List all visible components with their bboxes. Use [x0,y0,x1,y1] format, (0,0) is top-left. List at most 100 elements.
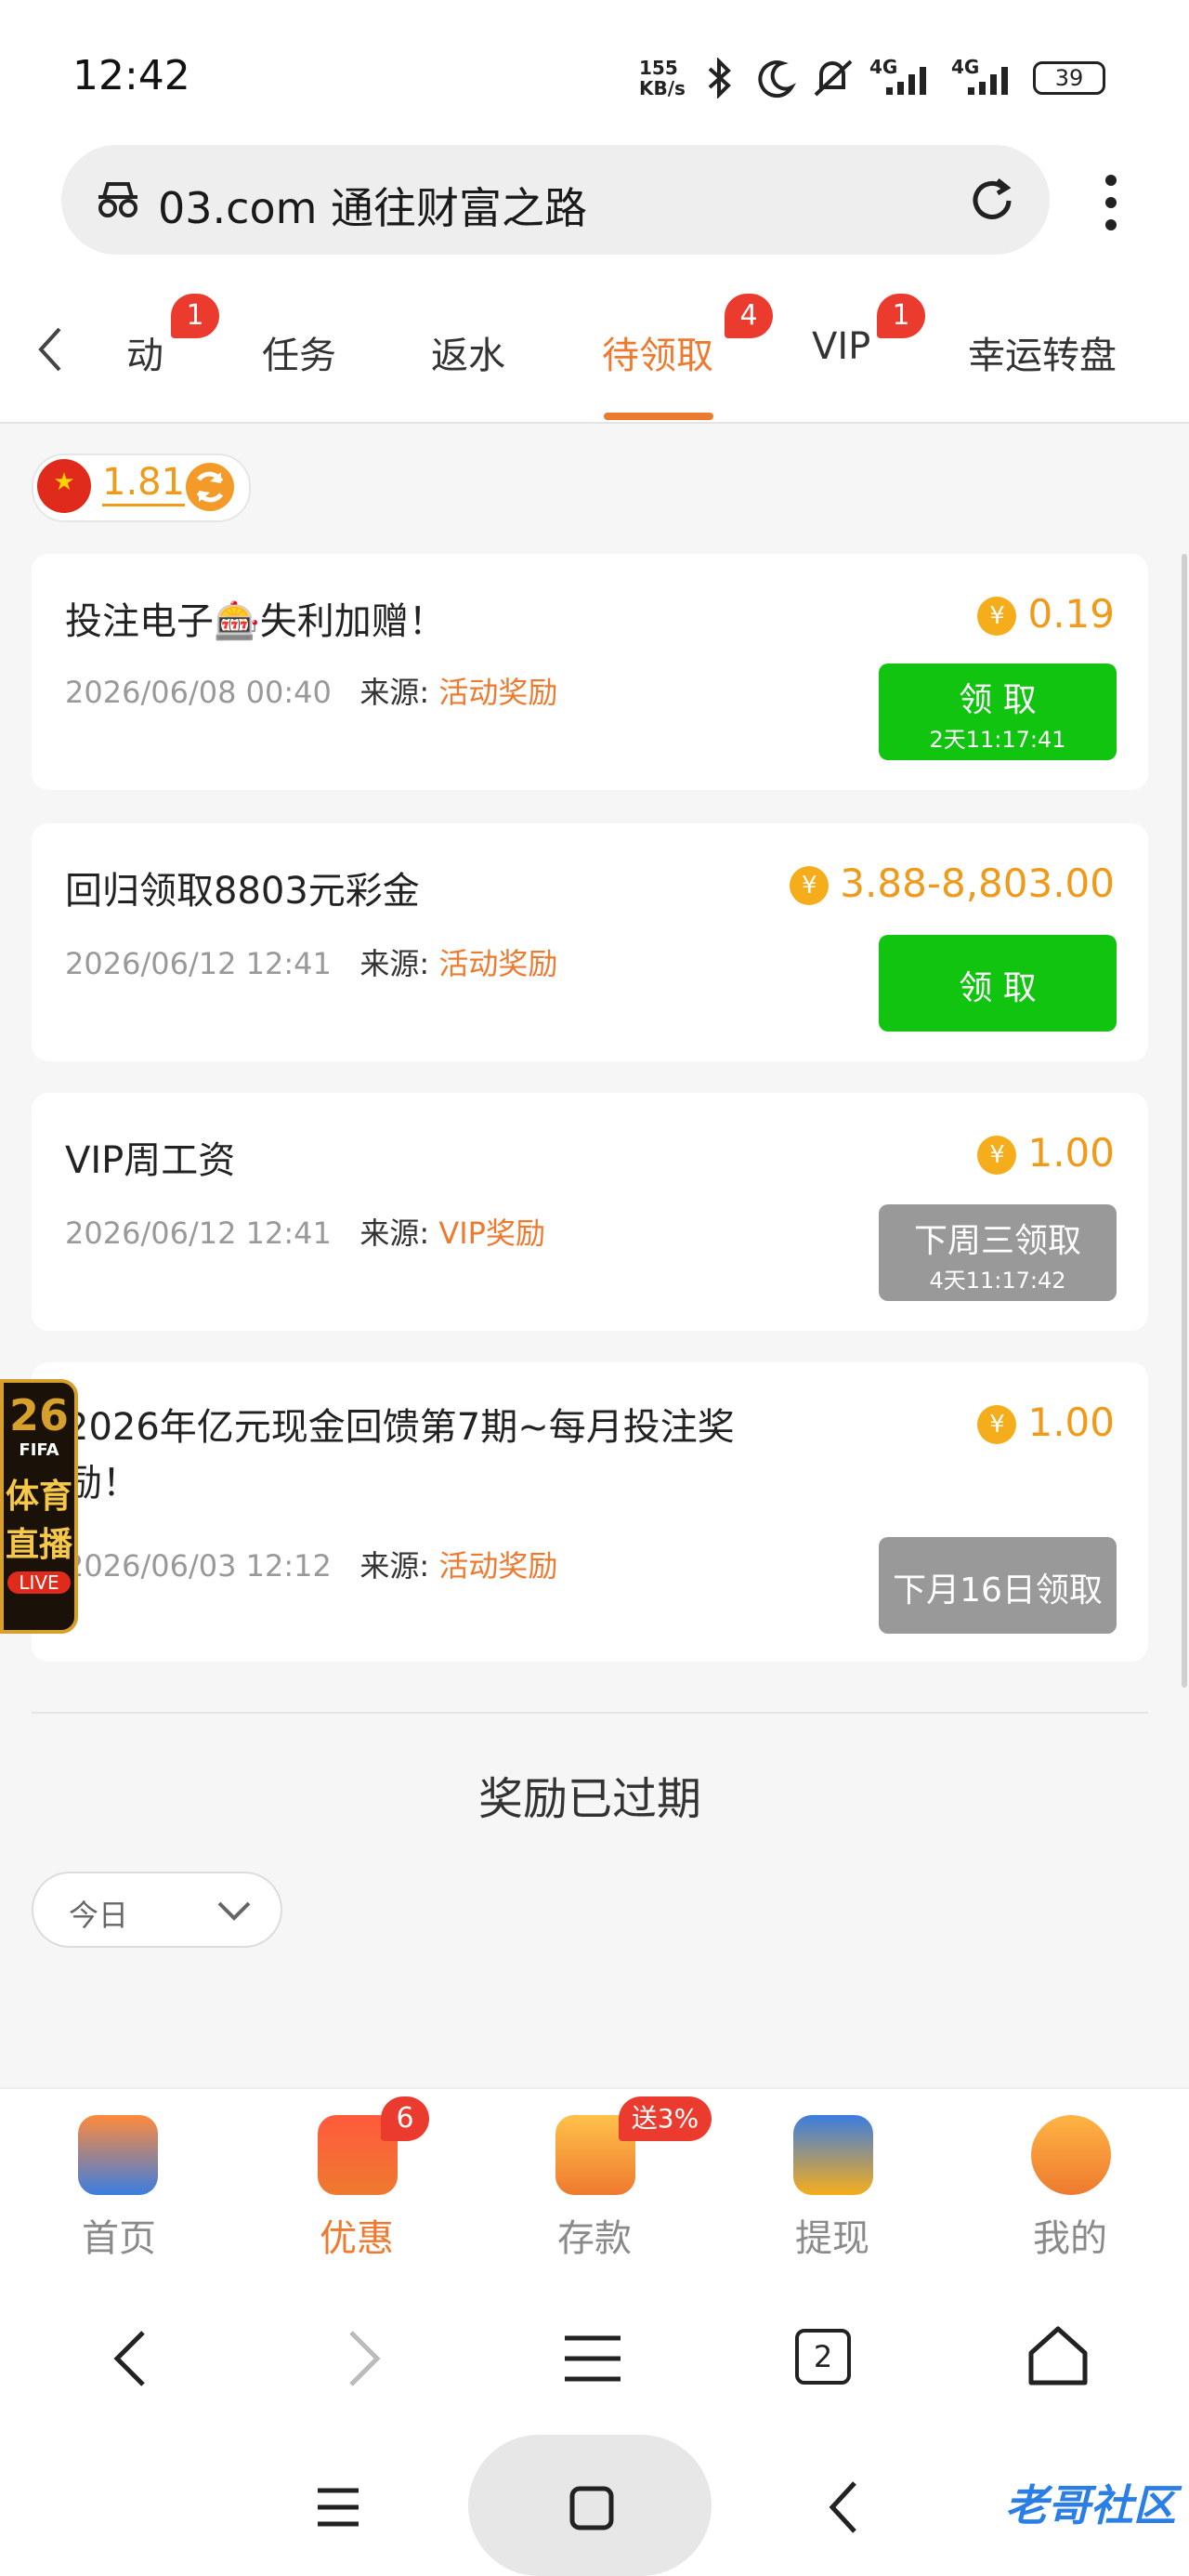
battery-level: 39 [1054,65,1084,91]
tab-activity-badge: 1 [171,294,219,338]
reward-meta: 2026/06/03 12:12 来源: 活动奖励 [65,1543,557,1585]
claim-button[interactable]: 领 取 2天11:17:41 [879,664,1117,760]
nav-promotions[interactable]: 优惠 [292,2208,422,2262]
scrollbar[interactable] [1182,554,1187,1688]
nav-deposit-badge: 送3% [619,2096,712,2141]
ad-line2: 直播 [5,1526,72,1564]
reward-source: 活动奖励 [438,946,558,981]
nav-promo-badge: 6 [381,2096,429,2141]
system-home-icon [569,2486,614,2530]
tab-activity[interactable]: 动 [126,325,163,379]
reward-source-label: 来源: [359,1548,430,1584]
reward-source-label: 来源: [359,1216,430,1251]
tab-rebate[interactable]: 返水 [431,325,505,379]
moon-icon [758,60,797,99]
scheduled-claim-button[interactable]: 下周三领取 4天11:17:42 [879,1204,1117,1301]
user-icon[interactable] [1031,2115,1111,2195]
claim-button-label: 下月16日领取 [893,1571,1103,1610]
home-icon[interactable] [78,2115,158,2195]
recent-apps-icon[interactable] [316,2487,360,2528]
reward-amount: ¥0.19 [977,591,1115,637]
home-browser-icon[interactable] [1026,2323,1091,2388]
coin-icon: ¥ [977,597,1017,636]
ad-number: 26 [8,1390,69,1440]
url-text[interactable]: 03.com 通往财富之路 [158,175,587,236]
more-menu-icon[interactable] [1098,173,1124,232]
reward-card: 2026年亿元现金回馈第7期~每月投注奖 励！ 2026/06/03 12:12… [32,1362,1148,1662]
reward-meta: 2026/06/08 00:40 来源: 活动奖励 [65,669,557,712]
nav-withdraw[interactable]: 提现 [767,2208,897,2262]
floating-live-ad[interactable]: 26 FIFA 体育 直播 LIVE [0,1379,78,1634]
reward-source-label: 来源: [359,675,430,710]
ad-live-badge: LIVE [7,1571,71,1594]
reward-date: 2026/06/08 00:40 [65,675,332,710]
reward-date: 2026/06/03 12:12 [65,1548,332,1584]
nav-home[interactable]: 首页 [54,2208,184,2262]
reward-meta: 2026/06/12 12:41 来源: 活动奖励 [65,940,557,983]
china-flag-icon: ★ [37,459,91,513]
bluetooth-icon [708,58,731,99]
tab-vip-badge: 1 [877,294,925,338]
reward-source: VIP奖励 [438,1216,545,1251]
reward-amount-value: 3.88-8,803.00 [840,861,1115,906]
signal-2-icon [968,67,1008,95]
reward-card: 回归领取8803元彩金 2026/06/12 12:41 来源: 活动奖励 ¥3… [32,823,1148,1061]
claim-button-label: 领 取 [959,969,1037,1007]
tab-lucky-wheel[interactable]: 幸运转盘 [968,325,1117,379]
coin-icon: ¥ [977,1405,1017,1444]
reward-title: 投注电子🎰失利加赠！ [65,600,446,643]
reward-amount-value: 1.00 [1027,1400,1115,1445]
nav-deposit[interactable]: 存款 [529,2208,660,2262]
battery-icon: 39 [1033,61,1105,95]
reward-title: VIP周工资 [65,1139,236,1182]
reward-meta: 2026/06/12 12:41 来源: VIP奖励 [65,1210,545,1253]
ad-line1: 体育 [5,1478,72,1516]
incognito-icon [98,182,137,217]
reward-source: 活动奖励 [438,675,558,710]
reward-amount: ¥3.88-8,803.00 [790,861,1115,906]
claim-countdown: 4天11:17:42 [929,1268,1066,1294]
tab-pending[interactable]: 待领取 [602,325,713,379]
coin-icon: ¥ [790,866,830,905]
mute-icon [814,59,853,97]
menu-icon[interactable] [563,2333,622,2385]
claim-button-label: 下周三领取 [913,1222,1081,1260]
active-tab-indicator [604,413,713,420]
reward-amount: ¥1.00 [977,1400,1115,1445]
watermark-logo: 老哥社区 [1005,2480,1176,2530]
divider [32,1712,1148,1714]
reward-amount-value: 1.00 [1027,1130,1115,1176]
claim-countdown: 2天11:17:41 [929,727,1066,753]
tabs-count-button[interactable]: 2 [795,2329,851,2385]
network-speed: 155 KB/s [639,57,686,99]
reward-title: 2026年亿元现金回馈第7期~每月投注奖 励！ [65,1400,735,1511]
reload-icon[interactable] [966,175,1018,227]
signal-1-icon [886,67,926,95]
forward-icon[interactable] [340,2329,385,2388]
claim-button[interactable]: 领 取 [879,935,1117,1032]
money-bag-icon[interactable] [793,2115,873,2195]
tab-tasks[interactable]: 任务 [262,325,336,379]
clock: 12:42 [72,52,190,99]
date-filter-select[interactable]: 今日 [32,1872,282,1948]
reward-title-line: 2026年亿元现金回馈第7期~每月投注奖 [65,1406,735,1449]
tabs-back-icon[interactable] [33,325,67,374]
nav-mine[interactable]: 我的 [1005,2208,1135,2262]
tab-vip[interactable]: VIP [812,325,870,368]
balance-value: 1.81 [102,461,186,506]
reward-amount-value: 0.19 [1027,591,1115,637]
reward-amount: ¥1.00 [977,1130,1115,1176]
tab-pending-badge: 4 [725,294,773,338]
refresh-balance-icon[interactable] [184,461,236,513]
reward-card: 投注电子🎰失利加赠！ 2026/06/08 00:40 来源: 活动奖励 ¥0.… [32,554,1148,790]
reward-source: 活动奖励 [438,1548,558,1584]
expired-heading: 奖励已过期 [477,1773,701,1825]
back-icon[interactable] [110,2329,154,2388]
reward-title: 回归领取8803元彩金 [65,870,420,913]
system-back-icon[interactable] [825,2479,862,2535]
reward-source-label: 来源: [359,946,430,981]
reward-card: VIP周工资 2026/06/12 12:41 来源: VIP奖励 ¥1.00 … [32,1093,1148,1331]
scheduled-claim-button[interactable]: 下月16日领取 [879,1537,1117,1634]
reward-date: 2026/06/12 12:41 [65,946,332,981]
ad-brand: FIFA [19,1440,59,1460]
